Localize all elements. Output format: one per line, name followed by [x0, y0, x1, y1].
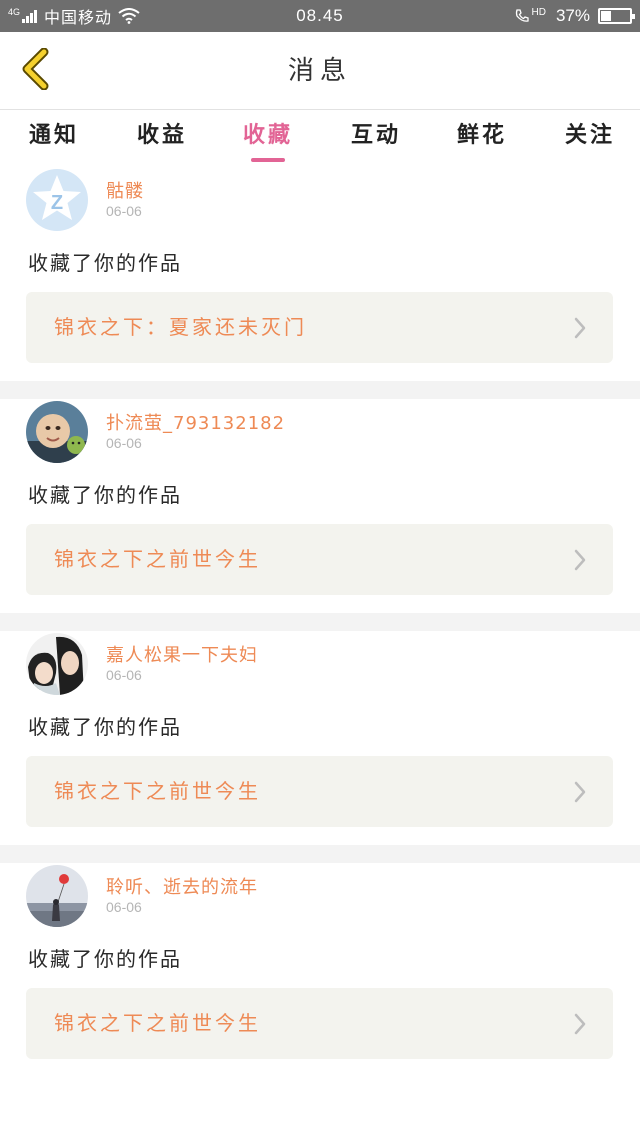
chevron-right-icon — [574, 1013, 586, 1035]
tab-follow[interactable]: 关注 — [560, 117, 620, 161]
message-username[interactable]: 聆听、逝去的流年 — [106, 873, 258, 899]
work-link[interactable]: 锦衣之下之前世今生 — [26, 988, 613, 1059]
tab-label: 互动 — [350, 123, 401, 148]
message-date: 06-06 — [106, 435, 142, 451]
separator — [0, 845, 640, 863]
message-text: 收藏了你的作品 — [28, 715, 182, 739]
work-link[interactable]: 锦衣之下之前世今生 — [26, 756, 613, 827]
chevron-right-icon — [574, 317, 586, 339]
message-text: 收藏了你的作品 — [28, 251, 182, 275]
message-username[interactable]: 骷髅 — [106, 177, 144, 203]
work-link[interactable]: 锦衣之下：夏家还未灭门 — [26, 292, 613, 363]
work-link[interactable]: 锦衣之下之前世今生 — [26, 524, 613, 595]
tab-flowers[interactable]: 鲜花 — [452, 117, 512, 161]
message-date: 06-06 — [106, 203, 142, 219]
message-username[interactable]: 扑流萤_793132182 — [106, 409, 285, 435]
message-date: 06-06 — [106, 667, 142, 683]
status-bar: 4G 中国移动 08.45 HD 37% — [0, 0, 640, 32]
tab-label: 关注 — [564, 123, 615, 148]
tab-bar: 通知 收益 收藏 互动 鲜花 关注 — [0, 111, 640, 167]
separator — [0, 381, 640, 399]
qq-default-avatar-icon: Z — [26, 169, 88, 231]
message-date: 06-06 — [106, 899, 142, 915]
chevron-right-icon — [574, 549, 586, 571]
avatar[interactable] — [26, 865, 88, 927]
message-item: 聆听、逝去的流年 06-06 收藏了你的作品 锦衣之下之前世今生 — [0, 863, 640, 1077]
tab-label: 收益 — [136, 123, 187, 148]
work-title: 锦衣之下之前世今生 — [54, 779, 261, 803]
tab-notice[interactable]: 通知 — [24, 117, 84, 161]
battery-percent: 37% — [555, 6, 590, 25]
tab-interaction[interactable]: 互动 — [346, 117, 406, 161]
work-title: 锦衣之下之前世今生 — [54, 1011, 261, 1035]
page-title: 消息 — [287, 56, 352, 86]
battery-fill — [601, 11, 612, 21]
tab-label: 通知 — [28, 123, 79, 148]
battery-icon — [598, 8, 635, 24]
child-photo-avatar-icon — [26, 401, 88, 463]
chevron-right-icon — [574, 781, 586, 803]
nav-bar: 消息 — [0, 32, 640, 110]
message-item: 嘉人松果一下夫妇 06-06 收藏了你的作品 锦衣之下之前世今生 — [0, 631, 640, 845]
tab-label: 鲜花 — [456, 123, 507, 148]
separator — [0, 613, 640, 631]
work-title: 锦衣之下：夏家还未灭门 — [54, 315, 307, 339]
hd-badge: HD — [531, 6, 546, 18]
message-username[interactable]: 嘉人松果一下夫妇 — [106, 641, 258, 667]
avatar[interactable]: Z — [26, 169, 88, 231]
message-text: 收藏了你的作品 — [28, 947, 182, 971]
avatar[interactable] — [26, 401, 88, 463]
active-tab-indicator — [251, 158, 285, 162]
status-right: HD 37% — [514, 0, 635, 32]
couple-photo-avatar-icon — [26, 633, 88, 695]
tab-label: 收藏 — [242, 123, 293, 148]
message-item: Z 骷髅 06-06 收藏了你的作品 锦衣之下：夏家还未灭门 — [0, 167, 640, 381]
work-title: 锦衣之下之前世今生 — [54, 547, 261, 571]
balloon-photo-avatar-icon — [26, 865, 88, 927]
message-list: Z 骷髅 06-06 收藏了你的作品 锦衣之下：夏家还未灭门 扑流萤_79313… — [0, 167, 640, 1077]
phone-call-icon — [515, 9, 529, 22]
tab-favorites[interactable]: 收藏 — [238, 117, 298, 162]
tab-earnings[interactable]: 收益 — [132, 117, 192, 161]
message-item: 扑流萤_793132182 06-06 收藏了你的作品 锦衣之下之前世今生 — [0, 399, 640, 613]
svg-text:Z: Z — [51, 192, 63, 214]
avatar[interactable] — [26, 633, 88, 695]
message-text: 收藏了你的作品 — [28, 483, 182, 507]
